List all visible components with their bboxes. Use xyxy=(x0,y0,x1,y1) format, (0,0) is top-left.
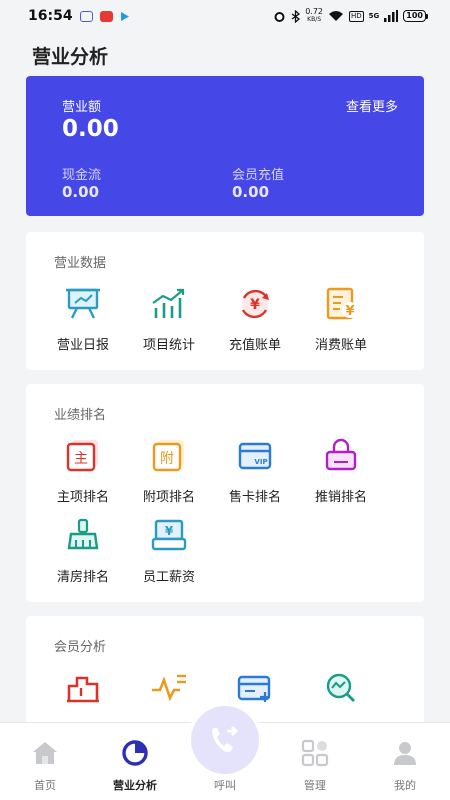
member-recharge-value: 0.00 xyxy=(232,183,270,201)
vip-card-icon: VIP xyxy=(238,442,272,470)
ranking-section: 业绩排名 主 主项排名 附 附项排名 VIP 售卡排名 推销排名 清房排名 ¥ … xyxy=(26,384,424,602)
status-right: 0.72 KB/S HD 5G 100 xyxy=(273,8,428,24)
main-item-icon: 主 xyxy=(66,440,98,472)
trend-search-icon xyxy=(326,673,355,702)
main-item-ranking-button[interactable]: 主 主项排名 xyxy=(40,438,126,505)
battery-tip xyxy=(426,13,428,19)
stats-icon xyxy=(67,676,99,703)
signal-icon xyxy=(384,10,399,22)
tab-label: 首页 xyxy=(34,779,56,792)
business-data-section: 营业数据 营业日报 项目统计 ¥ 充值账单 ¥ 消费账单 xyxy=(26,232,424,370)
svg-text:¥: ¥ xyxy=(345,304,354,319)
yen-bill-icon: ¥ xyxy=(326,287,358,320)
staff-salary-button[interactable]: ¥ 员工薪资 xyxy=(126,518,212,585)
consume-bill-button[interactable]: ¥ 消费账单 xyxy=(298,286,384,353)
icon-glyph: 附 xyxy=(160,451,174,467)
item-label: 充值账单 xyxy=(228,338,281,353)
tab-label: 呼叫 xyxy=(214,779,236,792)
call-button-inner xyxy=(191,706,259,774)
play-app-icon xyxy=(120,11,129,21)
grid-icon xyxy=(301,739,329,767)
hd-badge: HD xyxy=(349,10,364,22)
member-trend-button[interactable] xyxy=(126,670,212,706)
member-search-button[interactable] xyxy=(298,670,384,706)
phone-forward-icon xyxy=(212,726,238,752)
wifi-icon xyxy=(329,11,344,21)
status-left: 16:54 xyxy=(28,8,130,24)
net-speed: 0.72 KB/S xyxy=(305,8,323,24)
tab-home[interactable]: 首页 xyxy=(0,723,90,800)
section-title: 营业数据 xyxy=(54,256,107,271)
item-label: 售卡排名 xyxy=(228,490,281,505)
item-label: 员工薪资 xyxy=(142,570,195,585)
broom-icon xyxy=(67,518,99,550)
item-label: 项目统计 xyxy=(142,338,195,353)
net-speed-unit: KB/S xyxy=(307,16,322,23)
card-add-icon xyxy=(237,675,271,702)
recharge-bill-button[interactable]: ¥ 充值账单 xyxy=(212,286,298,353)
tab-analysis[interactable]: 营业分析 xyxy=(90,723,180,800)
project-stats-button[interactable]: 项目统计 xyxy=(126,286,212,353)
signal-label: 5G xyxy=(368,12,380,20)
bar-chart-icon xyxy=(152,288,185,318)
member-card-button[interactable] xyxy=(212,670,298,706)
daily-report-button[interactable]: 营业日报 xyxy=(40,286,126,353)
card-sale-ranking-button[interactable]: VIP 售卡排名 xyxy=(212,438,298,505)
page-title: 营业分析 xyxy=(32,46,109,68)
member-stats-button[interactable] xyxy=(40,670,126,706)
tab-label: 我的 xyxy=(394,779,416,792)
user-icon xyxy=(394,742,416,765)
item-label: 消费账单 xyxy=(314,338,367,353)
sub-item-icon: 附 xyxy=(152,440,184,472)
section-title: 业绩排名 xyxy=(54,408,107,423)
svg-text:¥: ¥ xyxy=(250,297,260,313)
view-more-link[interactable]: 查看更多 xyxy=(346,96,398,115)
yen-cycle-icon: ¥ xyxy=(241,289,269,319)
revenue-label: 营业额 xyxy=(62,100,102,115)
cash-flow-label: 现金流 xyxy=(62,168,102,183)
tab-label: 管理 xyxy=(304,779,326,792)
sub-item-ranking-button[interactable]: 附 附项排名 xyxy=(126,438,212,505)
shopping-bag-icon xyxy=(325,438,357,471)
member-recharge-label: 会员充值 xyxy=(232,168,285,183)
pulse-icon xyxy=(152,674,186,702)
tab-manage[interactable]: 管理 xyxy=(270,723,360,800)
revenue-card: 营业额 查看更多 0.00 现金流 0.00 会员充值 0.00 xyxy=(26,76,424,216)
status-bar: 16:54 0.72 KB/S HD 5G 100 xyxy=(0,0,450,32)
call-button[interactable] xyxy=(187,702,263,778)
promotion-ranking-button[interactable]: 推销排名 xyxy=(298,438,384,505)
section-title: 会员分析 xyxy=(54,640,107,655)
item-label: 营业日报 xyxy=(56,338,109,353)
battery-icon: 100 xyxy=(403,10,428,22)
item-label: 推销排名 xyxy=(314,490,367,505)
chat-app-icon xyxy=(79,10,93,22)
pie-chart-icon xyxy=(122,740,148,766)
status-time: 16:54 xyxy=(28,8,73,24)
item-label: 清房排名 xyxy=(56,570,109,585)
net-speed-value: 0.72 xyxy=(305,7,324,16)
revenue-value: 0.00 xyxy=(62,116,119,142)
video-app-icon xyxy=(99,10,113,22)
cash-flow-value: 0.00 xyxy=(62,183,100,201)
tab-label: 营业分析 xyxy=(113,779,157,792)
icon-glyph: ¥ xyxy=(165,524,174,538)
room-clean-ranking-button[interactable]: 清房排名 xyxy=(40,518,126,585)
icon-glyph: VIP xyxy=(254,458,267,466)
bluetooth-icon xyxy=(291,9,301,23)
item-label: 主项排名 xyxy=(56,490,109,505)
icon-glyph: 主 xyxy=(74,451,88,467)
battery-level: 100 xyxy=(403,10,426,22)
item-label: 附项排名 xyxy=(142,490,195,505)
tab-mine[interactable]: 我的 xyxy=(360,723,450,800)
salary-icon: ¥ xyxy=(151,519,187,551)
alarm-icon xyxy=(274,11,285,22)
chart-board-icon xyxy=(66,288,100,319)
home-icon xyxy=(33,742,57,764)
